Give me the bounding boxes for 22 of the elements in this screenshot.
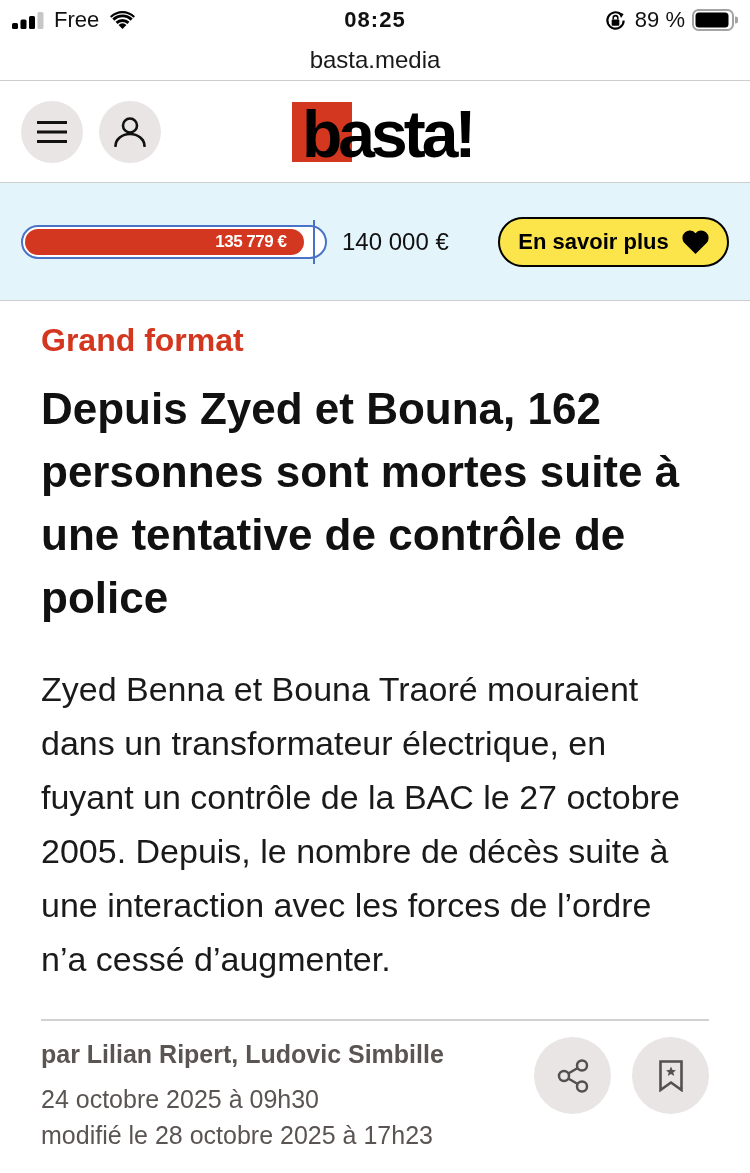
share-icon [556, 1058, 589, 1093]
modification-date: modifié le 28 octobre 2025 à 17h23 [41, 1120, 434, 1151]
bookmark-star-icon [658, 1059, 683, 1092]
signal-icon [12, 11, 44, 29]
article-category[interactable]: Grand format [41, 320, 709, 360]
battery-percentage: 89 % [634, 7, 685, 33]
battery-icon [692, 9, 738, 31]
article-title: Depuis Zyed et Bouna, 162 personnes sont mortes suite à une tentative de contrôle de police [41, 383, 681, 624]
clock-time: 08:25 [344, 7, 406, 33]
carrier-name: Free [54, 7, 100, 33]
user-icon [114, 116, 146, 147]
wifi-icon [110, 11, 136, 29]
rotation-lock-icon [603, 8, 627, 32]
amount-raised: 135 779 € [215, 231, 287, 252]
article-authors: par Lilian Ripert, Ludovic Simbille [41, 1039, 444, 1070]
address-bar-url[interactable]: basta.media [309, 45, 441, 75]
learn-more-button[interactable]: En savoir plus [498, 216, 729, 267]
heart-icon [681, 229, 709, 254]
publication-date: 24 octobre 2025 à 09h30 [41, 1084, 320, 1115]
donation-goal: 140 000 € [342, 226, 449, 257]
article-lead: Zyed Benna et Bouna Traoré mouraient dans un transformateur électrique, en fuyant un contrôle de la BAC le 27 octobre 2005. Depuis, le nombre de décès suite à une interaction avec les forces de l’ordre n’a cessé d’augmenter. [41, 669, 681, 980]
menu-icon [37, 120, 67, 143]
